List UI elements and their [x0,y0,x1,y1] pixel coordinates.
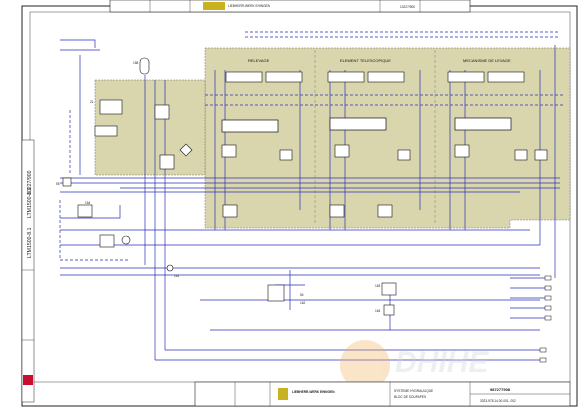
section-title-telescope: ELEMENT TELESCOPIQUE [340,58,391,63]
watermark-text: DHIHE [395,346,489,379]
liebherr-red-mark [23,375,33,385]
valve-54 [267,284,285,302]
label-21: 21 [90,100,94,104]
directional-valve-winch [454,117,512,131]
bottom-sheet-number: 3323-978.14.00.001- 002 [480,399,516,403]
valve-154 [77,204,93,218]
top-brand-text: LIEBHERR-WERK EHINGEN [228,4,271,8]
section-title-lifting: RELEVAGE [248,58,270,63]
label-162: 162 [300,301,306,305]
valve-163 [381,282,397,296]
label-161: 161 [174,274,180,278]
section-title-winch: MECANISME DE LEVAGE [463,58,511,63]
gauge-161 [166,264,174,272]
liebherr-logo-top [203,2,225,10]
bottom-brand-text: LIEBHERR-WERK EHINGEN [292,390,335,394]
label-54: 54 [300,293,304,297]
label-163: 163 [375,284,381,288]
liebherr-logo-bottom [278,388,288,400]
label-158: 158 [133,61,139,65]
description-line2: BLOC DE SOUPAPES [394,395,426,399]
pressure-valve-21 [99,99,123,115]
side-code-c: 10227/900 [27,170,33,195]
check-valve-block [94,125,118,137]
label-164: 164 [375,309,381,313]
top-drawing-number: 10227/900 [400,5,415,9]
label-55: 55 [56,182,60,186]
side-code-a: LTM1500-8.1 [27,227,33,258]
label-154: 154 [85,201,91,205]
schematic-canvas: LIEBHERR-WERK EHINGEN 10227/900 LTM1500-… [21,0,578,407]
accumulator-158 [139,57,150,75]
hydraulic-schematic-sheet: LIEBHERR-WERK EHINGEN 10227/900 LTM1500-… [0,0,585,414]
left-info-strip: LTM1500-8.1 LTM1500-8.1 10227/900 [21,139,35,403]
bottom-title-block: LIEBHERR-WERK EHINGEN SYSTEME HYDRAULIQU… [194,381,571,407]
valve-164 [383,304,395,316]
bottom-drawing-number: 987277908 [490,387,511,392]
description-line1: SYSTEME HYDRAULIQUE [394,389,433,393]
directional-valve-telescope [329,117,387,131]
top-title-block: LIEBHERR-WERK EHINGEN 10227/900 [109,0,471,13]
directional-valve-lifting [221,119,279,133]
